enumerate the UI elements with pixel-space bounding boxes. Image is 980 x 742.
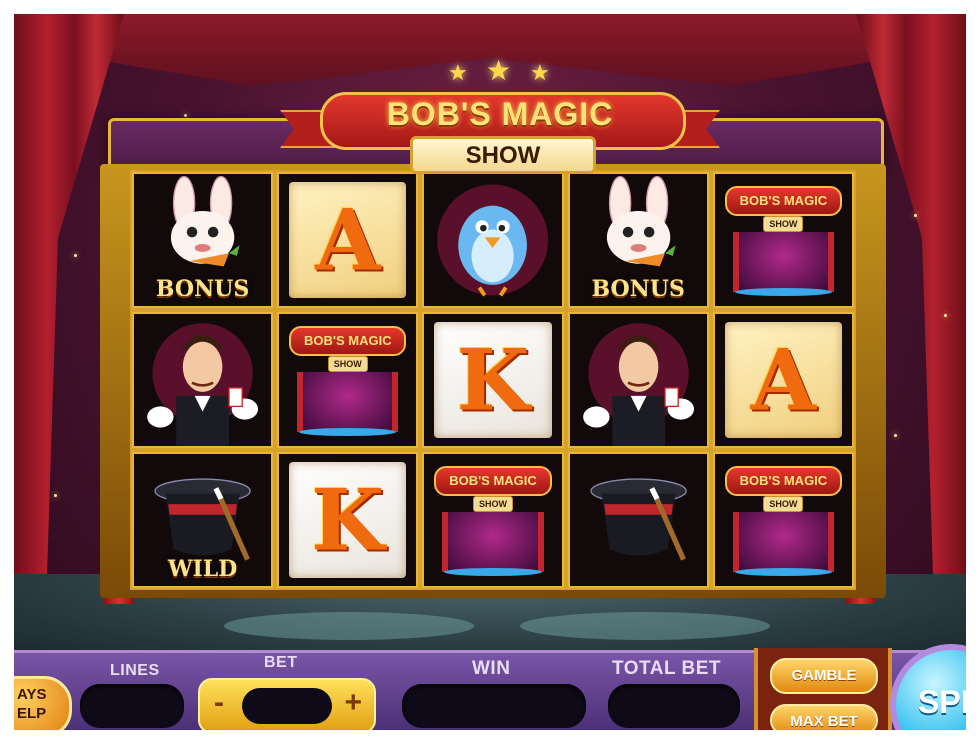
reel-cell xyxy=(567,452,709,588)
logo-ribbon: BOB'S MAGIC xyxy=(724,186,842,216)
paytable-help-button[interactable]: AYS ELP xyxy=(14,676,72,730)
game-subtitle: SHOW xyxy=(465,142,541,169)
win-display xyxy=(402,684,586,728)
reel-cell: A xyxy=(712,312,854,448)
card-symbol: K xyxy=(289,462,407,578)
gamble-panel: GAMBLE MAX BET xyxy=(754,648,892,730)
logo-floor xyxy=(734,288,832,296)
magician-icon xyxy=(147,323,259,446)
star-icon: ★ xyxy=(486,55,512,86)
logo-stage xyxy=(297,372,399,432)
top-hat-icon xyxy=(590,478,687,561)
sparkle xyxy=(894,434,897,437)
lines-label: LINES xyxy=(110,662,160,679)
reel-cell: BOB'S MAGIC SHOW xyxy=(277,312,419,448)
card-symbol: A xyxy=(724,322,842,438)
reel-cell xyxy=(422,172,564,308)
reel-cell: BOB'S MAGIC SHOW xyxy=(712,452,854,588)
logo-stage xyxy=(732,512,834,572)
slot-game-stage: BONUS A BONUS BOB'S MAGIC SHOW BOB'S MAGIC SHO… xyxy=(14,14,966,730)
win-label: WIN xyxy=(472,658,511,679)
reel-cell: WILD xyxy=(132,452,274,588)
bet-increase-button[interactable]: + xyxy=(344,686,362,720)
bet-stepper: - + xyxy=(198,678,376,730)
bet-value-display xyxy=(242,688,332,724)
logo-title: BOB'S MAGIC xyxy=(303,333,392,348)
symbol-label: WILD xyxy=(167,556,238,582)
bird-icon xyxy=(437,184,549,297)
reel-cell: BONUS xyxy=(132,172,274,308)
logo-subtitle: SHOW xyxy=(763,216,804,232)
show-logo-symbol: BOB'S MAGIC SHOW xyxy=(285,322,410,438)
spin-label: SPIN xyxy=(918,684,966,720)
logo-subtitle: SHOW xyxy=(763,496,804,512)
show-logo-symbol: BOB'S MAGIC SHOW xyxy=(430,462,555,578)
star-icon: ★ xyxy=(448,60,468,85)
card-symbol: A xyxy=(289,182,407,298)
title-banner: ★ ★ ★ BOB'S MAGIC SHOW xyxy=(280,55,720,174)
logo-ribbon: BOB'S MAGIC xyxy=(724,466,842,496)
floor-spotlight xyxy=(520,612,770,640)
paytable-help-label: AYS ELP xyxy=(17,686,47,722)
gamble-button[interactable]: GAMBLE xyxy=(770,658,878,694)
sparkle xyxy=(74,254,77,257)
bet-decrease-button[interactable]: - xyxy=(214,686,224,720)
reel-cell: K xyxy=(277,452,419,588)
total-bet-label: TOTAL BET xyxy=(612,658,721,679)
logo-ribbon: BOB'S MAGIC xyxy=(434,466,552,496)
logo-title: BOB'S MAGIC xyxy=(449,473,537,488)
reel-cell: BOB'S MAGIC SHOW xyxy=(422,452,564,588)
reel-cell: BONUS xyxy=(567,172,709,308)
logo-subtitle: SHOW xyxy=(472,496,514,512)
logo-floor xyxy=(299,428,397,436)
logo-title: BOB'S MAGIC xyxy=(739,193,828,208)
sparkle xyxy=(54,494,57,497)
card-letter: K xyxy=(456,330,530,430)
show-logo-symbol: BOB'S MAGIC SHOW xyxy=(721,182,846,298)
reel-cell: BOB'S MAGIC SHOW xyxy=(712,172,854,308)
sparkle xyxy=(914,214,917,217)
symbol-label: BONUS xyxy=(591,276,685,302)
logo-floor xyxy=(444,568,542,576)
logo-ribbon: BOB'S MAGIC xyxy=(289,326,407,356)
reel-grid: BONUS A BONUS BOB'S MAGIC SHOW BOB'S MAGIC SHO… xyxy=(130,170,856,590)
sparkle xyxy=(944,314,947,317)
logo-title: BOB'S MAGIC xyxy=(739,473,828,488)
max-bet-button[interactable]: MAX BET xyxy=(770,704,878,730)
floor-spotlight xyxy=(224,612,474,640)
star-icon: ★ xyxy=(530,60,550,85)
reel-cell: A xyxy=(277,172,419,308)
sparkle xyxy=(184,114,187,117)
logo-stage xyxy=(442,512,544,572)
total-bet-display xyxy=(608,684,740,728)
subtitle-plate: SHOW xyxy=(410,136,596,174)
reel-cell: K xyxy=(422,312,564,448)
logo-floor xyxy=(734,568,832,576)
game-title: BOB'S MAGIC xyxy=(386,96,614,132)
card-symbol: K xyxy=(434,322,552,438)
card-letter: K xyxy=(311,470,385,570)
bet-label: BET xyxy=(264,654,298,671)
lines-display xyxy=(80,684,184,728)
magician-icon xyxy=(582,323,694,446)
logo-subtitle: SHOW xyxy=(327,356,368,372)
card-letter: A xyxy=(315,190,381,290)
show-logo-symbol: BOB'S MAGIC SHOW xyxy=(721,462,846,578)
logo-stage xyxy=(732,232,834,292)
card-letter: A xyxy=(750,330,816,430)
symbol-label: BONUS xyxy=(155,276,250,302)
reel-cell xyxy=(567,312,709,448)
reel-cell xyxy=(132,312,274,448)
